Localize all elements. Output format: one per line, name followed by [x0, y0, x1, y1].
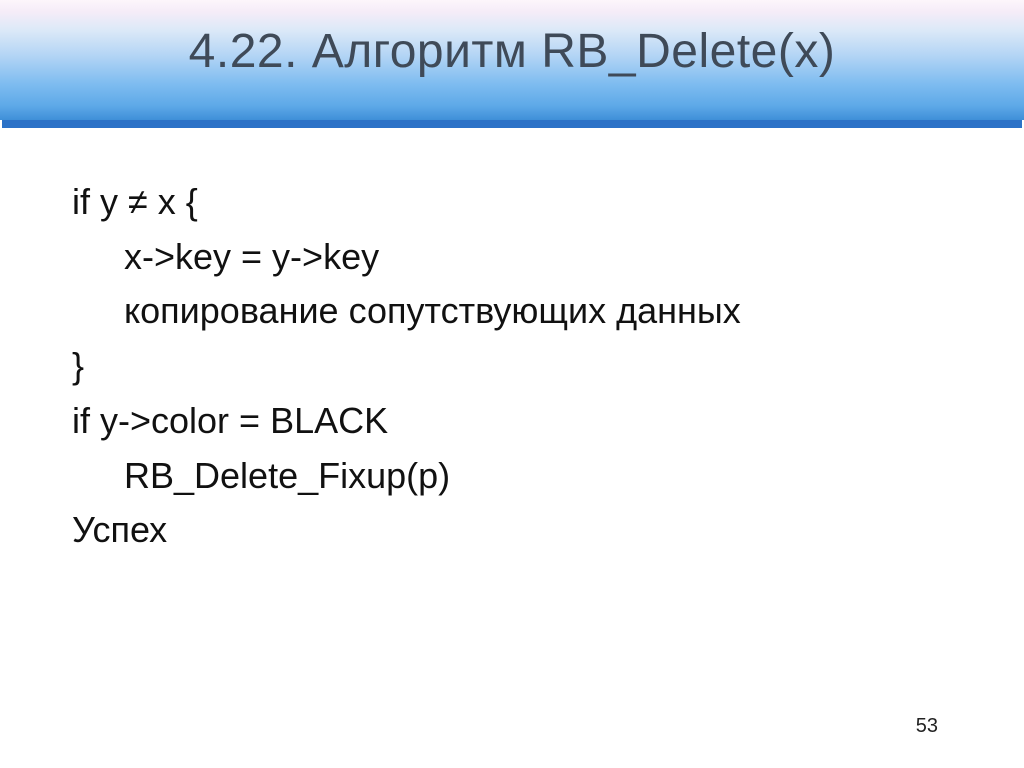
header-band: 4.22. Алгоритм RB_Delete(x)	[0, 0, 1024, 120]
code-line: if y ≠ x {	[72, 175, 964, 230]
page-number: 53	[916, 715, 938, 738]
code-line: RB_Delete_Fixup(p)	[72, 449, 964, 504]
code-line: if y->color = BLACK	[72, 394, 964, 449]
slide: 4.22. Алгоритм RB_Delete(x) if y ≠ x { x…	[0, 0, 1024, 768]
slide-title: 4.22. Алгоритм RB_Delete(x)	[0, 24, 1024, 79]
code-line: копирование сопутствующих данных	[72, 284, 964, 339]
code-line: Успех	[72, 503, 964, 558]
code-line: x->key = y->key	[72, 230, 964, 285]
code-line: }	[72, 339, 964, 394]
slide-content: if y ≠ x { x->key = y->key копирование с…	[72, 175, 964, 558]
title-underline	[2, 120, 1022, 128]
